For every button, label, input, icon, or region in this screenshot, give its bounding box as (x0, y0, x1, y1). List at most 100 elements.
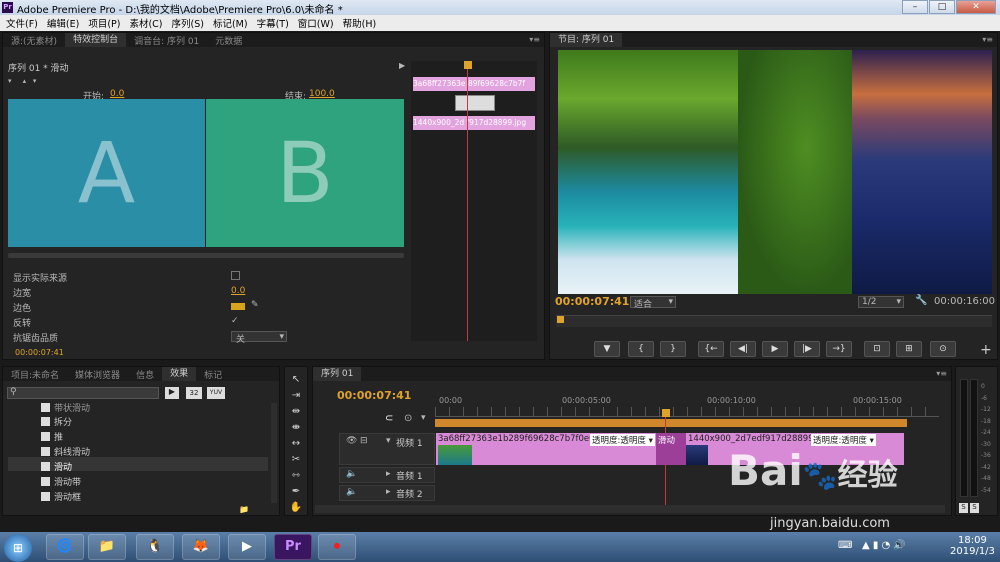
selection-tool-icon[interactable]: ↖ (289, 373, 303, 387)
eye-icon[interactable]: 👁 (346, 436, 357, 446)
effect-item-selected[interactable]: 滑动 (41, 460, 72, 473)
preview-slider[interactable] (8, 253, 404, 258)
play-transition-icon[interactable]: ▶ (399, 61, 405, 70)
menu-title[interactable]: 字幕(T) (257, 16, 289, 30)
razor-tool-icon[interactable]: ✂ (289, 453, 303, 467)
slip-tool-icon[interactable]: ⇿ (289, 469, 303, 483)
program-menu-icon[interactable]: ▾≡ (982, 35, 993, 44)
solo-right-button[interactable]: S (970, 503, 979, 513)
start-value[interactable]: 0.0 (110, 89, 124, 99)
tab-metadata[interactable]: 元数据 (207, 34, 250, 47)
menu-marker[interactable]: 标记(M) (213, 16, 248, 30)
show-source-checkbox[interactable] (231, 271, 240, 280)
rate-stretch-tool-icon[interactable]: ↔ (289, 437, 303, 451)
border-color-swatch[interactable] (231, 303, 245, 310)
rolling-edit-tool-icon[interactable]: ⇼ (289, 421, 303, 435)
step-forward-button[interactable]: |▶ (794, 341, 820, 357)
expand-icon[interactable]: ▸ (386, 469, 391, 479)
lift-button[interactable]: ⊡ (864, 341, 890, 357)
tab-sequence[interactable]: 序列 01 (313, 367, 362, 381)
work-area-bar[interactable] (435, 419, 907, 427)
effects-scrollbar[interactable] (271, 403, 277, 503)
recorder-icon[interactable]: ⏺ (318, 534, 356, 560)
effect-item[interactable]: 带状滑动 (41, 401, 90, 414)
minimize-button[interactable]: – (902, 0, 928, 14)
32bit-badge[interactable]: 32 (186, 387, 202, 399)
qq-icon[interactable]: 🐧 (136, 534, 174, 560)
menu-help[interactable]: 帮助(H) (343, 16, 377, 30)
fit-select[interactable]: 适合 ▾ (630, 296, 676, 310)
tab-audio-mixer[interactable]: 调音台: 序列 01 (126, 34, 207, 47)
program-playhead-icon[interactable] (557, 316, 564, 323)
border-width-value[interactable]: 0.0 (231, 286, 245, 296)
close-button[interactable]: ✕ (956, 0, 996, 14)
expand-icon[interactable]: ▸ (386, 487, 391, 497)
tab-effects[interactable]: 效果 (162, 367, 197, 381)
mark-out-button[interactable]: } (660, 341, 686, 357)
menu-sequence[interactable]: 序列(S) (172, 16, 204, 30)
tab-info[interactable]: 信息 (128, 368, 162, 381)
start-button-icon[interactable]: ⊞ (4, 534, 32, 562)
tab-effect-controls[interactable]: 特效控制台 (65, 33, 127, 47)
new-folder-icon[interactable]: 📁 (239, 505, 249, 514)
solo-left-button[interactable]: S (959, 503, 968, 513)
video-clip-1[interactable]: 3a68ff27363e1b289f69628c7b7f0e0f.jpg 透明度… (436, 433, 656, 465)
transition-block[interactable]: 滑动 (656, 433, 686, 465)
wrench-icon[interactable]: 🔧 (915, 295, 927, 306)
tab-project[interactable]: 项目:未命名 (3, 368, 67, 381)
menu-file[interactable]: 文件(F) (6, 16, 38, 30)
speaker-icon[interactable]: 🔈 (346, 469, 357, 479)
clock[interactable]: 18:09 2019/1/3 (950, 535, 995, 557)
tab-program[interactable]: 节目: 序列 01 (550, 33, 623, 47)
end-value[interactable]: 100.0 (309, 89, 335, 99)
timeline-ruler[interactable] (435, 407, 939, 417)
step-back-button[interactable]: ◀| (730, 341, 756, 357)
extract-button[interactable]: ⊞ (896, 341, 922, 357)
menu-window[interactable]: 窗口(W) (298, 16, 334, 30)
go-to-in-button[interactable]: {← (698, 341, 724, 357)
effect-item[interactable]: 滑动带 (41, 475, 81, 488)
collapse-icon[interactable]: ▾ (386, 436, 391, 446)
premiere-taskbar-icon[interactable]: Pr (274, 534, 312, 560)
program-scrubber[interactable] (556, 315, 992, 327)
timeline-menu-icon[interactable]: ▾≡ (936, 369, 947, 378)
track-select-tool-icon[interactable]: ⇥ (289, 389, 303, 403)
eyedropper-icon[interactable]: ✎ (251, 300, 259, 310)
snap-icon[interactable]: ⊂ (385, 413, 393, 424)
menu-project[interactable]: 项目(P) (88, 16, 120, 30)
timeline-scrollbar[interactable] (315, 505, 945, 513)
tray-icons[interactable]: ⌨ ▲ ▮ ◔ 🔊 (838, 540, 906, 551)
tab-media-browser[interactable]: 媒体浏览器 (67, 368, 128, 381)
link-icon[interactable]: ⊙ (404, 413, 412, 424)
menu-edit[interactable]: 编辑(E) (47, 16, 79, 30)
speaker-icon[interactable]: 🔈 (346, 487, 357, 497)
timeline-playhead-icon[interactable] (662, 409, 670, 417)
explorer-icon[interactable]: 📁 (88, 534, 126, 560)
antialias-select[interactable]: 关 ▾ (231, 331, 287, 345)
panel-menu-icon[interactable]: ▾≡ (529, 35, 540, 44)
effects-search-input[interactable]: ⚲ (7, 387, 159, 399)
media-player-icon[interactable]: ▶ (228, 534, 266, 560)
ripple-edit-tool-icon[interactable]: ⇹ (289, 405, 303, 419)
ec-transition-block[interactable] (455, 95, 495, 111)
hand-tool-icon[interactable]: ✋ (289, 501, 303, 515)
lock-icon[interactable]: ⊟ (360, 436, 368, 446)
effect-item[interactable]: 推 (41, 430, 63, 443)
resolution-select[interactable]: 1/2 ▾ (858, 296, 904, 308)
tab-source[interactable]: 源:(无素材) (3, 34, 65, 47)
playhead-marker-icon[interactable] (464, 61, 472, 69)
go-to-out-button[interactable]: →} (826, 341, 852, 357)
pen-tool-icon[interactable]: ✒ (289, 485, 303, 499)
yuv-badge[interactable]: YUV (207, 387, 225, 399)
marker-icon[interactable]: ▾ (421, 413, 426, 423)
maximize-button[interactable]: □ (929, 0, 955, 14)
accelerated-effects-icon[interactable]: ▶ (165, 387, 179, 399)
tab-markers[interactable]: 标记 (196, 368, 230, 381)
add-marker-button[interactable]: ▼ (594, 341, 620, 357)
taskbar-app-1-icon[interactable]: 🌀 (46, 534, 84, 560)
firefox-icon[interactable]: 🦊 (182, 534, 220, 560)
mark-in-button[interactable]: { (628, 341, 654, 357)
effect-item[interactable]: 滑动框 (41, 490, 81, 503)
menu-clip[interactable]: 素材(C) (129, 16, 162, 30)
effect-item[interactable]: 拆分 (41, 415, 72, 428)
